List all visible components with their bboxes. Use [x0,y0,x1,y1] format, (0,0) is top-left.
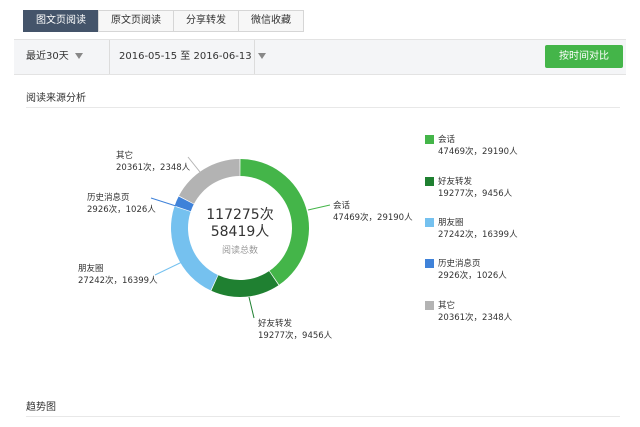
slice-label-value: 27242次，16399人 [78,276,158,286]
legend-swatch [425,259,434,268]
donut-slice-friend-forward [211,271,279,297]
slice-label-session: 会话 47469次，29190人 [333,200,413,224]
slice-label-name: 历史消息页 [87,193,130,203]
slice-label-value: 47469次，29190人 [333,213,413,223]
leader-line [248,296,255,319]
slice-label-name: 好友转发 [258,319,293,329]
legend-value: 27242次，16399人 [438,230,518,240]
legend-swatch [425,177,434,186]
legend-name: 其它 [438,301,456,311]
slice-label-value: 20361次，2348人 [116,163,191,173]
slice-label-other: 其它 20361次，2348人 [116,150,190,174]
center-total-users: 58419人 [210,224,270,240]
slice-label-friend-forward: 好友转发 19277次，9456人 [258,318,332,342]
legend-name: 好友转发 [438,177,473,187]
legend-value: 19277次，9456人 [438,189,513,199]
slice-label-value: 2926次，1026人 [87,205,156,215]
legend-name: 朋友圈 [438,218,464,228]
slice-label-moments: 朋友圈 27242次，16399人 [78,263,158,287]
legend-name: 历史消息页 [438,259,481,269]
section-title-trend: 趋势图 [26,402,56,413]
leader-line [154,261,183,276]
slice-label-history-page: 历史消息页 2926次，1026人 [87,192,156,216]
slice-label-name: 朋友圈 [78,264,104,274]
slice-label-name: 其它 [116,151,134,161]
slice-label-name: 会话 [333,201,351,211]
slice-label-value: 19277次，9456人 [258,331,333,341]
legend-swatch [425,301,434,310]
center-label: 阅读总数 [221,246,258,256]
legend-swatch [425,218,434,227]
legend-swatch [425,135,434,144]
leader-line [307,204,331,211]
legend-value: 20361次，2348人 [438,313,513,323]
section-divider [26,416,620,417]
legend-name: 会话 [438,135,456,145]
legend-value: 47469次，29190人 [438,147,518,157]
legend-value: 2926次，1026人 [438,271,507,281]
